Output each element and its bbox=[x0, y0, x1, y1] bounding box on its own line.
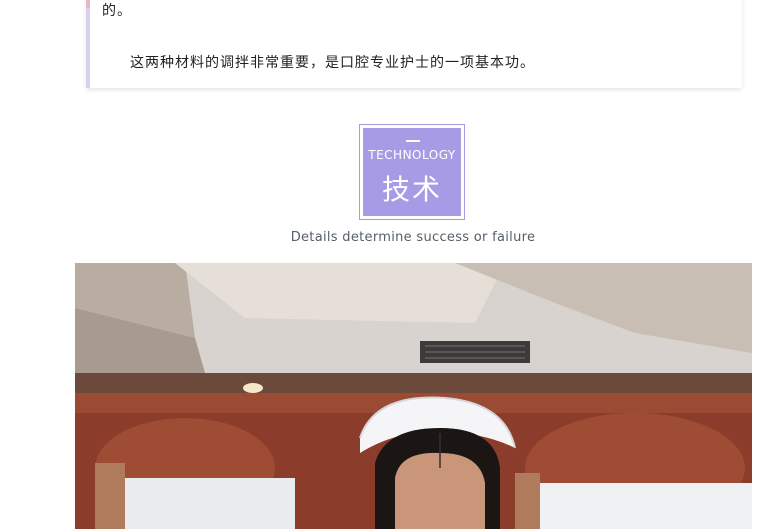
quote-accent-bar-top bbox=[86, 0, 90, 8]
quote-accent-bar bbox=[86, 0, 90, 88]
article-page: 的。 这两种材料的调拌非常重要，是口腔专业护士的一项基本功。 TECHNOLOG… bbox=[0, 0, 778, 529]
quote-card: 的。 这两种材料的调拌非常重要，是口腔专业护士的一项基本功。 bbox=[86, 0, 742, 88]
quote-text-line2: 这两种材料的调拌非常重要，是口腔专业护士的一项基本功。 bbox=[130, 55, 535, 71]
badge-dash bbox=[406, 140, 420, 142]
section-badge-fill: TECHNOLOGY 技术 bbox=[363, 128, 461, 216]
quote-text-line1: 的。 bbox=[102, 3, 132, 19]
badge-chinese-title: 技术 bbox=[381, 173, 442, 206]
section-badge: TECHNOLOGY 技术 bbox=[359, 124, 465, 220]
badge-english-title: TECHNOLOGY bbox=[368, 148, 456, 162]
nurse-photo-image bbox=[75, 263, 752, 529]
article-photo bbox=[75, 263, 752, 529]
section-subtitle: Details determine success or failure bbox=[290, 230, 536, 245]
